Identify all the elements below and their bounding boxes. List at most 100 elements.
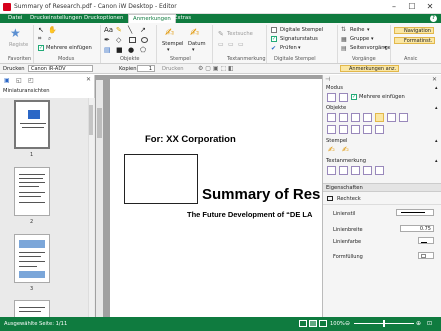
ellipse-icon[interactable]: [141, 37, 148, 43]
text-annotation-tool-5[interactable]: [375, 166, 384, 175]
printer-select[interactable]: Canon iR-ADV: [28, 65, 93, 72]
select-icon[interactable]: ⌗: [38, 35, 41, 43]
digital-stamp-icon[interactable]: [271, 27, 277, 33]
polygon-tool[interactable]: [399, 113, 408, 122]
gruppe-icon[interactable]: ▦: [341, 36, 347, 43]
chevron-up-icon[interactable]: ▴: [435, 138, 438, 144]
hand-tool[interactable]: [339, 93, 348, 102]
highlight-tool[interactable]: [339, 113, 348, 122]
ellipse-tool[interactable]: [387, 113, 396, 122]
document-page[interactable]: For: XX Corporation Summary of Res The F…: [110, 79, 322, 317]
text-annot-icon[interactable]: ✎: [218, 30, 224, 38]
pen-tool[interactable]: [339, 125, 348, 134]
thumbnail-page-3[interactable]: [14, 234, 50, 283]
note-icon[interactable]: ▤: [104, 46, 113, 55]
formatinst-button[interactable]: Formatinst.: [394, 37, 436, 44]
arrow-icon[interactable]: ↗: [140, 26, 149, 35]
continuous-view-icon[interactable]: [309, 320, 317, 327]
linienstil-select[interactable]: [396, 209, 434, 216]
tab-extras[interactable]: Extras: [170, 14, 195, 23]
search-icon[interactable]: ⌕: [48, 35, 51, 43]
pen-icon[interactable]: ✒: [104, 36, 113, 45]
anmerkungen-anzeigen-button[interactable]: Anmerkungen anz.: [340, 65, 400, 72]
hand-icon[interactable]: ✋: [48, 26, 57, 34]
textbox-tool[interactable]: [327, 113, 336, 122]
reihe-icon[interactable]: ⇅: [341, 26, 346, 33]
chevron-down-icon[interactable]: ▾: [192, 47, 195, 53]
zoom-in-icon[interactable]: ⊕: [416, 320, 421, 327]
verify-icon[interactable]: ✔: [271, 45, 276, 52]
tab-druckoptionen[interactable]: Druckoptionen: [80, 14, 127, 23]
chevron-up-icon[interactable]: ▴: [435, 158, 438, 164]
help-icon[interactable]: ?: [430, 15, 437, 22]
two-page-view-icon[interactable]: [319, 320, 327, 327]
gruppe-button[interactable]: Gruppe: [350, 36, 369, 42]
tab-druckeinstellungen[interactable]: Druckeinstellungen: [26, 14, 86, 23]
rectangle-icon[interactable]: [129, 37, 136, 43]
text-tool2-icon[interactable]: ▭: [228, 41, 234, 48]
tab-anmerkungen[interactable]: Anmerkungen: [128, 14, 176, 23]
mehrere-einfuegen-option[interactable]: Mehrere einfügen: [359, 94, 405, 100]
thumbnail-page-1[interactable]: [14, 100, 50, 149]
comment-icon[interactable]: ◰: [28, 77, 34, 84]
thumbnail-page-4[interactable]: [14, 300, 50, 317]
bookmark-icon[interactable]: ◱: [16, 77, 22, 84]
chevron-down-icon[interactable]: ▾: [371, 36, 374, 42]
close-icon[interactable]: ✕: [432, 76, 437, 83]
polygon-icon[interactable]: ⬠: [140, 46, 149, 55]
zoom-out-icon[interactable]: ⊖: [345, 320, 350, 327]
polyline-tool[interactable]: [375, 125, 384, 134]
stamp-icon[interactable]: ✍: [165, 26, 174, 39]
formfuellung-picker[interactable]: [418, 252, 434, 259]
cursor-tool[interactable]: [327, 93, 336, 102]
text-tool3-icon[interactable]: ▭: [238, 41, 244, 48]
navigation-button[interactable]: Navigation: [394, 27, 434, 34]
chevron-up-icon[interactable]: ▴: [435, 105, 438, 111]
date-stamp-icon[interactable]: ✍: [190, 26, 199, 39]
mehrere-checkbox[interactable]: ✓: [351, 94, 357, 100]
pruefen-button[interactable]: Prüfen: [280, 45, 297, 51]
circle-icon[interactable]: ●: [128, 46, 137, 55]
print-options-icon[interactable]: ⚙ ▢ ▣ ⬚ ◧: [198, 65, 234, 72]
chevron-down-icon[interactable]: ▾: [384, 45, 387, 51]
reihe-button[interactable]: Reihe: [350, 27, 364, 33]
zoom-slider-handle[interactable]: [383, 320, 385, 327]
datum-button[interactable]: Datum: [188, 41, 206, 47]
date-stamp-tool-icon[interactable]: ✍: [342, 145, 349, 154]
signature-checkbox[interactable]: ✓: [271, 36, 277, 42]
textsuche-label[interactable]: Textsuche: [227, 31, 253, 37]
single-page-view-icon[interactable]: [299, 320, 307, 327]
minimize-button[interactable]: –: [386, 1, 402, 13]
text-annotation-tool-4[interactable]: [363, 166, 372, 175]
stempel-button[interactable]: Stempel: [162, 41, 184, 47]
line-tool[interactable]: [351, 113, 360, 122]
linienfarbe-picker[interactable]: [418, 237, 434, 244]
document-scroll-thumb[interactable]: [97, 108, 102, 138]
rectangle-annotation[interactable]: [124, 154, 198, 204]
close-icon[interactable]: ✕: [86, 76, 91, 83]
chevron-down-icon[interactable]: ▾: [298, 45, 301, 51]
arrow-tool[interactable]: [363, 113, 372, 122]
chevron-down-icon[interactable]: ▾: [167, 47, 170, 53]
thumbnail-page-2[interactable]: [14, 167, 50, 216]
mehrere-einfuegen-label[interactable]: Mehrere einfügen: [46, 45, 92, 51]
checkbox-icon[interactable]: ✓: [38, 45, 44, 51]
digitale-stempel-button[interactable]: Digitale Stempel: [280, 27, 323, 33]
text-annotation-tool-2[interactable]: [339, 166, 348, 175]
text-annotation-tool-3[interactable]: [351, 166, 360, 175]
chevron-up-icon[interactable]: ▴: [435, 85, 438, 91]
cursor-icon[interactable]: ↖: [38, 26, 44, 34]
square-icon[interactable]: ■: [116, 46, 125, 55]
registe-label[interactable]: Registe: [9, 42, 28, 48]
pin-icon[interactable]: ⊣: [325, 76, 330, 83]
chevron-down-icon[interactable]: ▾: [367, 27, 370, 33]
line-icon[interactable]: ╲: [128, 26, 137, 35]
copies-stepper[interactable]: 1: [137, 65, 155, 72]
shape-icon[interactable]: ◇: [116, 36, 125, 45]
close-button[interactable]: ✕: [422, 1, 438, 13]
signaturstatus-label[interactable]: Signaturstatus: [280, 36, 318, 42]
seitenvorgaenge-icon[interactable]: ▤: [341, 45, 347, 52]
tab-datei[interactable]: Datei: [4, 14, 26, 23]
rectangle-tool[interactable]: [375, 113, 384, 122]
note-tool[interactable]: [327, 125, 336, 134]
